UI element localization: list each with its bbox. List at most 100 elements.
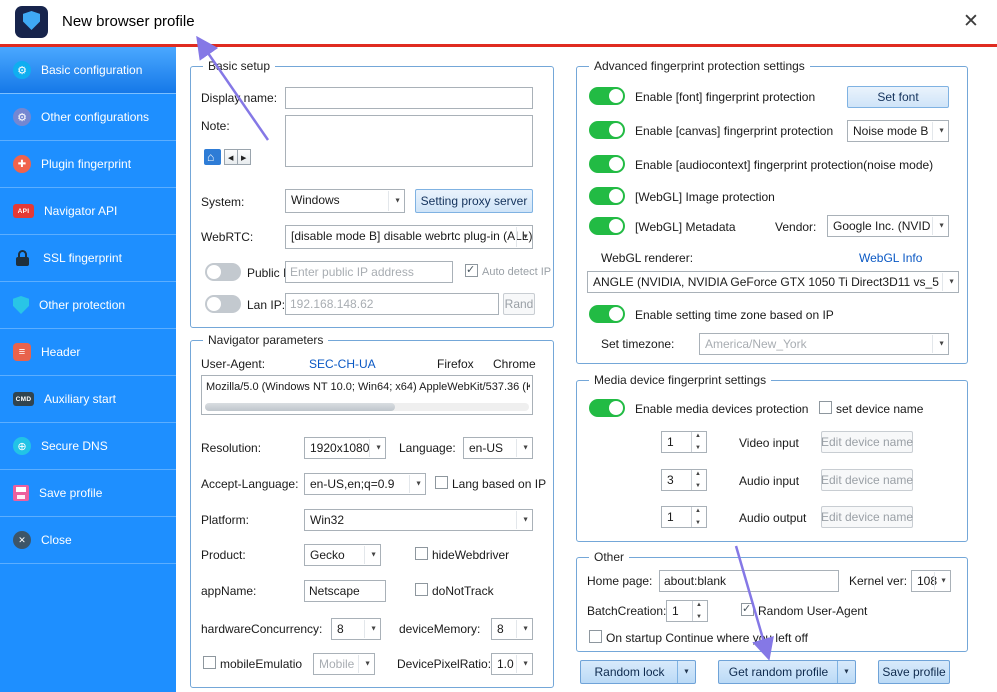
- sidebar-item-other-protection[interactable]: Other protection: [0, 282, 176, 329]
- resolution-select[interactable]: 1920x1080: [304, 437, 386, 459]
- device-pixel-ratio-select[interactable]: 1.0: [491, 653, 533, 675]
- platform-select[interactable]: Win32: [304, 509, 533, 531]
- get-random-profile-button[interactable]: Get random profile: [718, 660, 856, 684]
- rand-button[interactable]: Rand: [503, 293, 535, 315]
- spinner-arrows-icon[interactable]: [691, 470, 706, 490]
- webgl-image-toggle[interactable]: [589, 187, 625, 205]
- mobile-emulation-select[interactable]: Mobile: [313, 653, 375, 675]
- api-badge-icon: API: [13, 204, 34, 218]
- save-profile-button[interactable]: Save profile: [878, 660, 950, 684]
- random-lock-button[interactable]: Random lock: [580, 660, 696, 684]
- timezone-by-ip-label: Enable setting time zone based on IP: [635, 308, 834, 322]
- audio-input-label: Audio input: [739, 474, 799, 488]
- edit-video-device-button[interactable]: Edit device name: [821, 431, 913, 453]
- header-icon: ≡: [13, 343, 31, 361]
- chrome-option[interactable]: Chrome: [493, 357, 536, 371]
- public-ip-input[interactable]: Enter public IP address: [285, 261, 453, 283]
- spinner-arrows-icon[interactable]: [692, 601, 707, 621]
- auto-detect-ip-label: Auto detect IP: [482, 266, 551, 278]
- sidebar-item-secure-dns[interactable]: ⊕ Secure DNS: [0, 423, 176, 470]
- note-textarea[interactable]: [285, 115, 533, 167]
- audiocontext-protection-toggle[interactable]: [589, 155, 625, 173]
- logo-shield-icon: [23, 11, 40, 30]
- auto-detect-ip-checkbox[interactable]: [465, 264, 478, 277]
- sidebar-item-navigator-api[interactable]: API Navigator API: [0, 188, 176, 235]
- language-select[interactable]: en-US: [463, 437, 533, 459]
- other-legend: Other: [589, 550, 629, 564]
- device-memory-select[interactable]: 8: [491, 618, 533, 640]
- set-font-button[interactable]: Set font: [847, 86, 949, 108]
- webgl-metadata-toggle[interactable]: [589, 217, 625, 235]
- navigator-parameters-legend: Navigator parameters: [203, 333, 328, 347]
- close-circle-icon: ✕: [13, 531, 31, 549]
- canvas-noise-mode-select[interactable]: Noise mode B: [847, 120, 949, 142]
- set-device-name-checkbox[interactable]: [819, 401, 832, 414]
- app-name-input[interactable]: Netscape: [304, 580, 386, 602]
- timezone-select[interactable]: America/New_York: [699, 333, 949, 355]
- sidebar-item-save-profile[interactable]: Save profile: [0, 470, 176, 517]
- display-name-input[interactable]: [285, 87, 533, 109]
- sidebar-item-label: Other configurations: [41, 110, 149, 124]
- lan-ip-toggle[interactable]: [205, 295, 241, 313]
- spinner-arrows-icon[interactable]: [691, 432, 706, 452]
- ua-scrollbar-track[interactable]: [205, 403, 529, 411]
- home-page-input[interactable]: about:blank: [659, 570, 839, 592]
- accept-language-select[interactable]: en-US,en;q=0.9: [304, 473, 426, 495]
- lan-ip-input[interactable]: 192.168.148.62: [285, 293, 499, 315]
- timezone-by-ip-toggle[interactable]: [589, 305, 625, 323]
- batch-creation-count[interactable]: 1: [666, 600, 708, 622]
- basic-setup-group: Basic setup Display name: Note: System: …: [190, 66, 554, 328]
- user-agent-input[interactable]: Mozilla/5.0 (Windows NT 10.0; Win64; x64…: [201, 375, 533, 415]
- edit-audio-output-device-button[interactable]: Edit device name: [821, 506, 913, 528]
- hardware-concurrency-select[interactable]: 8: [331, 618, 381, 640]
- system-select[interactable]: Windows: [285, 189, 405, 213]
- audio-output-count[interactable]: 1: [661, 506, 707, 528]
- random-user-agent-checkbox[interactable]: [741, 603, 754, 616]
- hide-webdriver-checkbox[interactable]: [415, 547, 428, 560]
- webgl-info-link[interactable]: WebGL Info: [859, 251, 922, 265]
- edit-audio-input-device-button[interactable]: Edit device name: [821, 469, 913, 491]
- new-browser-profile-window: New browser profile ⚙ Basic configuratio…: [0, 0, 997, 692]
- dns-globe-icon: ⊕: [13, 437, 31, 455]
- product-select[interactable]: Gecko: [304, 544, 381, 566]
- sec-ch-ua-link[interactable]: SEC-CH-UA: [309, 357, 376, 371]
- lang-based-on-ip-checkbox[interactable]: [435, 476, 448, 489]
- webgl-renderer-select[interactable]: ANGLE (NVIDIA, NVIDIA GeForce GTX 1050 T…: [587, 271, 959, 293]
- save-icon: [13, 485, 29, 501]
- vendor-label: Vendor:: [775, 220, 816, 234]
- spinner-arrows-icon[interactable]: [691, 507, 706, 527]
- canvas-protection-toggle[interactable]: [589, 121, 625, 139]
- sidebar-item-other-configurations[interactable]: ⚙ Other configurations: [0, 94, 176, 141]
- webrtc-select[interactable]: [disable mode B] disable webrtc plug-in …: [285, 225, 533, 249]
- audiocontext-protection-label: Enable [audiocontext] fingerprint protec…: [635, 158, 933, 172]
- video-input-count[interactable]: 1: [661, 431, 707, 453]
- device-pixel-ratio-label: DevicePixelRatio:: [397, 657, 491, 671]
- chevron-down-icon[interactable]: [837, 661, 855, 683]
- mobile-emulation-checkbox[interactable]: [203, 656, 216, 669]
- arrow-left-icon[interactable]: [224, 149, 238, 165]
- vendor-select[interactable]: Google Inc. (NVID: [827, 215, 949, 237]
- platform-value: Win32: [310, 513, 344, 527]
- setting-proxy-server-button[interactable]: Setting proxy server: [415, 189, 533, 213]
- ua-scrollbar-thumb[interactable]: [205, 403, 395, 411]
- sidebar-item-auxiliary-start[interactable]: CMD Auxiliary start: [0, 376, 176, 423]
- chevron-down-icon[interactable]: [677, 661, 695, 683]
- home-icon[interactable]: [204, 149, 221, 165]
- set-timezone-label: Set timezone:: [601, 337, 674, 351]
- startup-continue-checkbox[interactable]: [589, 630, 602, 643]
- sidebar-item-header[interactable]: ≡ Header: [0, 329, 176, 376]
- audio-input-count[interactable]: 3: [661, 469, 707, 491]
- font-protection-toggle[interactable]: [589, 87, 625, 105]
- sidebar-item-ssl-fingerprint[interactable]: SSL fingerprint: [0, 235, 176, 282]
- close-icon[interactable]: [959, 8, 985, 34]
- arrow-right-icon[interactable]: [237, 149, 251, 165]
- sidebar-item-basic-configuration[interactable]: ⚙ Basic configuration: [0, 47, 176, 94]
- sidebar-item-plugin-fingerprint[interactable]: ✚ Plugin fingerprint: [0, 141, 176, 188]
- sidebar: ⚙ Basic configuration ⚙ Other configurat…: [0, 47, 176, 692]
- kernel-version-select[interactable]: 108: [911, 570, 951, 592]
- sidebar-item-close[interactable]: ✕ Close: [0, 517, 176, 564]
- firefox-option[interactable]: Firefox: [437, 357, 474, 371]
- public-ip-toggle[interactable]: [205, 263, 241, 281]
- media-protection-toggle[interactable]: [589, 399, 625, 417]
- do-not-track-checkbox[interactable]: [415, 583, 428, 596]
